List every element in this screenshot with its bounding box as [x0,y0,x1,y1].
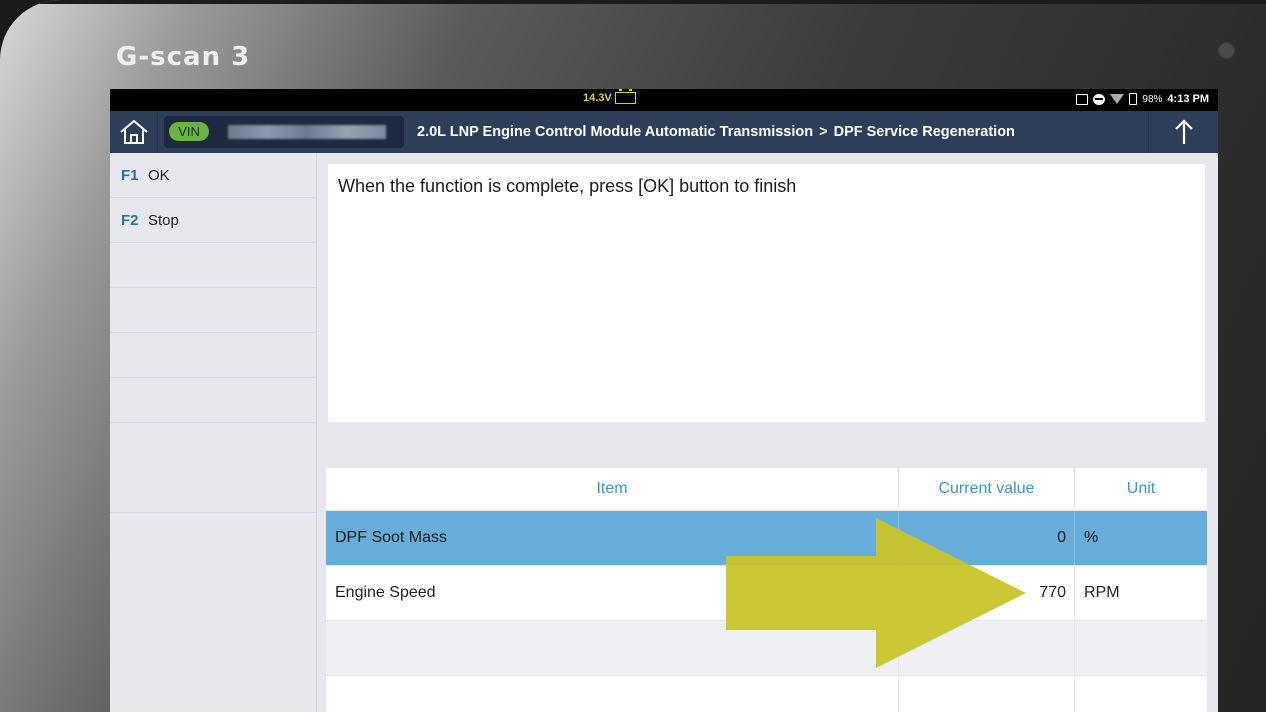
cell-empty [899,676,1075,712]
cell-item: Engine Speed [326,566,899,620]
cell-empty [326,676,899,712]
battery-percent: 98% [1142,93,1163,105]
battery-icon [1129,93,1138,105]
table-row[interactable]: Engine Speed 770 RPM [326,566,1207,621]
voltage-value: 14.3V [583,92,612,104]
cell-empty [326,621,899,675]
do-not-disturb-icon [1093,93,1106,105]
breadcrumb-function: DPF Service Regeneration [833,124,1015,140]
cast-icon [1076,93,1089,105]
brand-logo: G-scan 3 [116,42,251,72]
breadcrumb-module: 2.0L LNP Engine Control Module Automatic… [417,124,814,140]
vin-badge: VIN [169,122,209,141]
screen: 14.3V 98% 4:13 PM VIN 2.0L LNP Engine Co… [110,89,1218,712]
cell-empty [1075,621,1207,675]
voltage-indicator: 14.3V [583,89,636,104]
fkey-number: F2 [121,211,139,229]
cell-unit: RPM [1084,584,1120,601]
status-icons: 98% 4:13 PM [1076,93,1209,105]
table-row-empty [326,621,1207,676]
header-item: Item [326,468,899,510]
vin-value-redacted [228,125,386,139]
header-current-value: Current value [899,468,1075,510]
breadcrumb: 2.0L LNP Engine Control Module Automatic… [417,124,1015,140]
table-row-empty [326,676,1207,712]
cell-empty [899,621,1075,675]
fkey-empty-slot [110,423,316,513]
cell-value: 0 [899,511,1075,565]
f2-stop-button[interactable]: F2 Stop [110,198,316,243]
fkey-number: F1 [121,166,139,184]
car-battery-icon [614,89,636,104]
data-table: Item Current value Unit DPF Soot Mass 0 … [326,468,1207,712]
header-unit: Unit [1126,480,1156,497]
up-arrow-icon [1174,119,1193,144]
fkey-empty-slot [110,243,316,288]
cell-value: 770 [899,566,1075,620]
cell-empty [1075,676,1207,712]
tablet-bezel: G-scan 3 14.3V 98% 4:13 PM VIN 2.0L LNP … [0,0,1266,712]
table-header: Item Current value Unit [326,468,1207,511]
f1-ok-button[interactable]: F1 OK [110,153,316,198]
main-content: When the function is complete, press [OK… [317,153,1218,712]
camera-icon [1218,42,1235,59]
cell-item: DPF Soot Mass [326,511,899,565]
fkey-empty-slot [110,288,316,333]
fkey-label: OK [148,166,170,184]
clock: 4:13 PM [1167,93,1209,105]
instruction-message: When the function is complete, press [OK… [328,164,1205,422]
upload-button[interactable] [1148,111,1218,153]
fkey-empty-slot [110,333,316,378]
bezel-edge [40,0,1266,4]
cell-unit: % [1084,529,1099,546]
home-icon [119,119,148,144]
fkey-empty-slot [110,378,316,423]
table-row[interactable]: DPF Soot Mass 0 % [326,511,1207,566]
vin-field[interactable]: VIN [164,116,404,148]
wifi-icon [1110,94,1125,104]
fkey-label: Stop [148,211,179,229]
home-button[interactable] [110,111,158,153]
breadcrumb-separator: > [819,124,828,140]
function-key-sidebar: F1 OK F2 Stop [110,153,317,712]
status-bar: 14.3V 98% 4:13 PM [110,89,1218,111]
title-bar: VIN 2.0L LNP Engine Control Module Autom… [110,111,1218,153]
